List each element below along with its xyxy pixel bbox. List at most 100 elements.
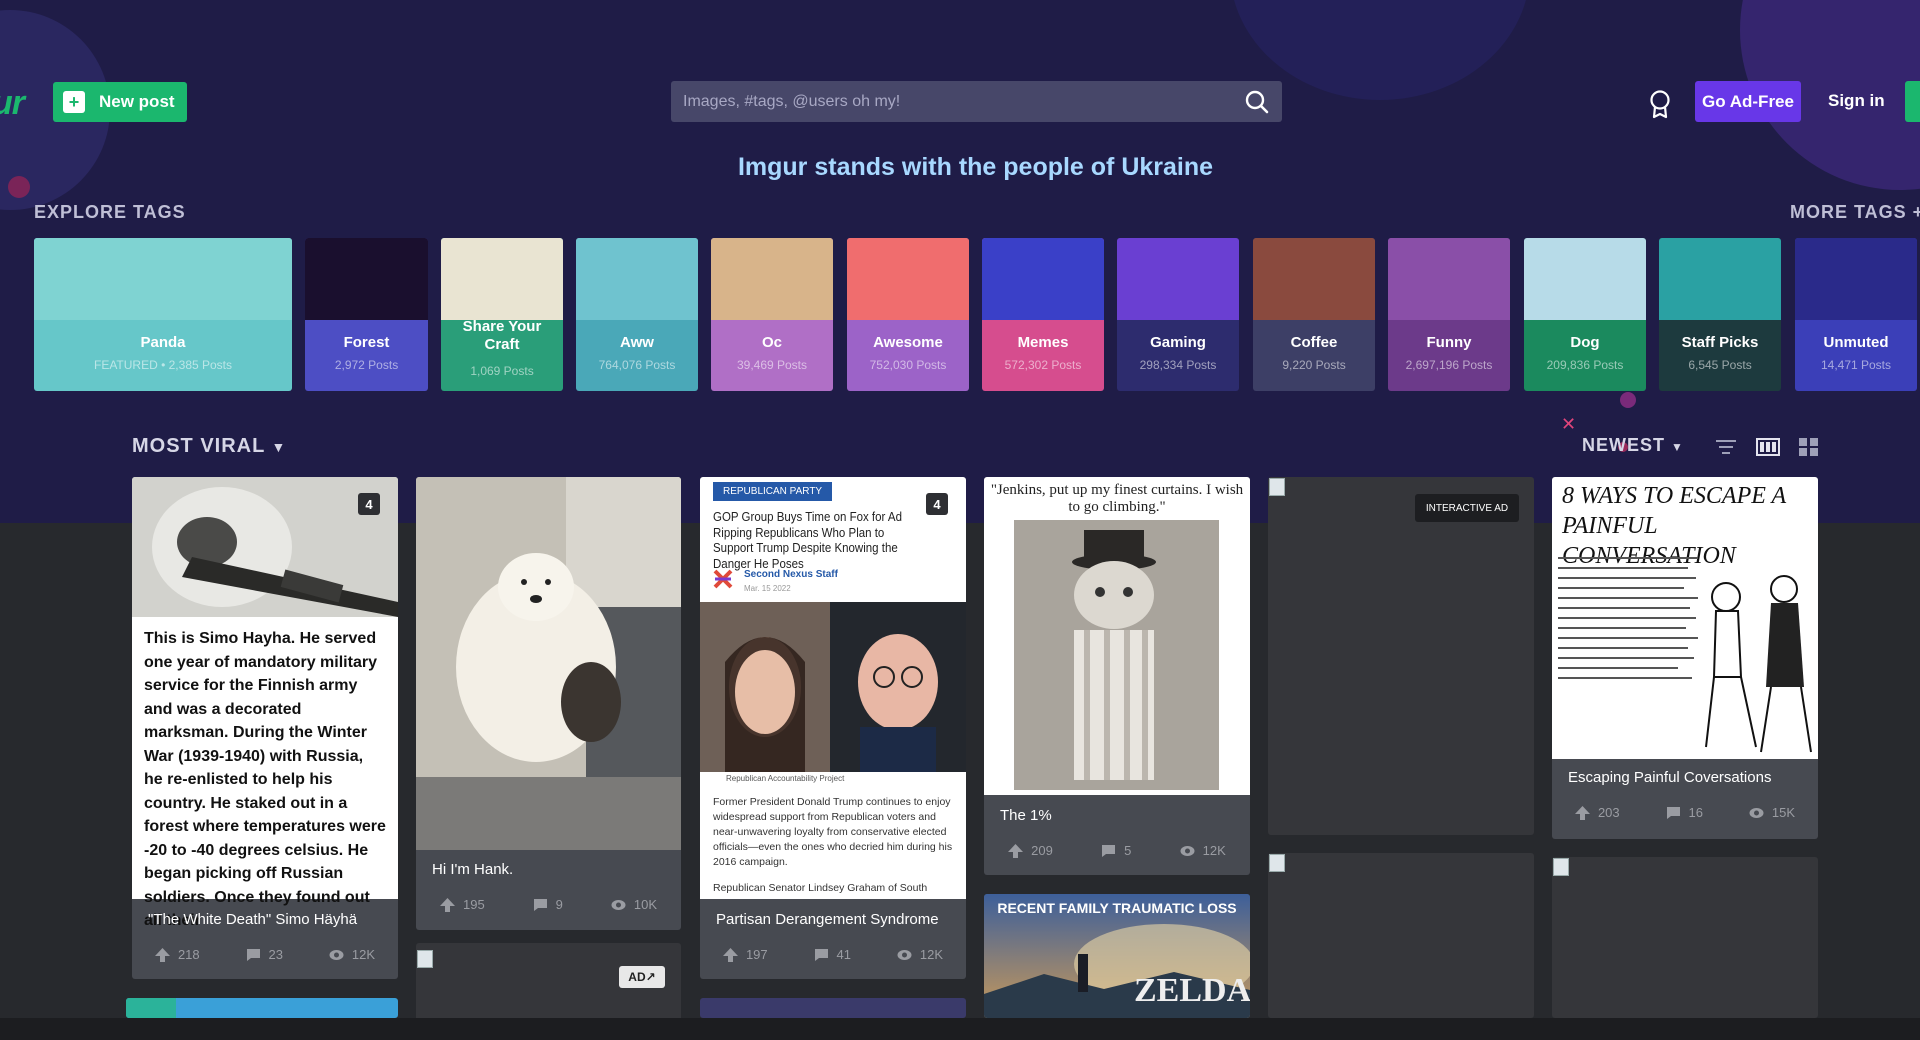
tag-card-oc[interactable]: Oc 39,469 Posts (711, 238, 833, 391)
views-stat: 10K (611, 897, 657, 912)
upvote-stat[interactable]: 218 (154, 947, 200, 962)
sort-dropdown[interactable]: MOST VIRAL ▼ (132, 435, 286, 458)
tag-post-count: 752,030 Posts (869, 358, 947, 372)
upvote-stat[interactable]: 197 (722, 947, 768, 962)
post-card[interactable]: REPUBLICAN PARTY GOP Group Buys Time on … (700, 477, 966, 979)
comment-stat[interactable]: 41 (814, 947, 851, 962)
post-card-partial[interactable] (700, 998, 966, 1018)
upvote-icon (439, 897, 455, 912)
tag-name: Share Your Craft (462, 318, 542, 353)
waterfall-view-icon[interactable] (1756, 436, 1780, 458)
article-date: Mar. 15 2022 (744, 584, 791, 593)
tag-post-count: 2,972 Posts (334, 358, 399, 372)
post-caption-box: This is Simo Hayha. He served one year o… (132, 617, 398, 929)
tag-card-funny[interactable]: Funny 2,697,196 Posts (1388, 238, 1510, 391)
tag-card-coffee[interactable]: Coffee 9,220 Posts (1253, 238, 1375, 391)
tag-card-forest[interactable]: Forest 2,972 Posts (305, 238, 428, 391)
search-bar[interactable] (671, 81, 1282, 122)
image-count-badge: 4 (358, 493, 380, 515)
grid-view-icon[interactable] (1797, 436, 1821, 458)
post-card[interactable] (1268, 853, 1534, 1018)
tag-name: Unmuted (1823, 334, 1889, 351)
search-icon[interactable] (1244, 89, 1270, 115)
comment-icon (533, 898, 547, 911)
tag-name: Memes (1017, 334, 1069, 351)
broken-image-icon (1553, 858, 1569, 876)
tag-art (1795, 238, 1917, 320)
tag-card-unmuted[interactable]: Unmuted 14,471 Posts (1795, 238, 1917, 391)
upvote-count: 195 (462, 897, 485, 912)
close-icon[interactable]: ✕ (1561, 414, 1576, 435)
post-card[interactable]: Hi I'm Hank. 195 9 10K (416, 477, 681, 930)
more-tags-link[interactable]: MORE TAGS + (1790, 202, 1920, 223)
tag-post-count: 9,220 Posts (1282, 358, 1346, 372)
comment-count: 16 (1688, 805, 1703, 820)
tag-card-awesome[interactable]: Awesome 752,030 Posts (847, 238, 969, 391)
post-title[interactable]: Escaping Painful Coversations (1568, 769, 1808, 786)
comment-count: 9 (555, 897, 563, 912)
order-dropdown[interactable]: NEWEST ▼ (1582, 435, 1684, 456)
ad-label[interactable]: AD↗ (619, 966, 665, 988)
comment-stat[interactable]: 5 (1101, 843, 1131, 858)
post-card[interactable] (1552, 857, 1818, 1018)
upvote-count: 203 (1597, 805, 1620, 820)
post-card[interactable]: 4 This is Simo Hayha. He served one year… (132, 477, 398, 979)
post-image: "Jenkins, put up my finest curtains. I w… (984, 477, 1250, 795)
post-card[interactable]: "Jenkins, put up my finest curtains. I w… (984, 477, 1250, 875)
post-thumb-partial (126, 998, 176, 1018)
upvote-stat[interactable]: 209 (1008, 843, 1053, 858)
tag-name: Gaming (1150, 334, 1206, 351)
tag-card-gaming[interactable]: Gaming 298,334 Posts (1117, 238, 1239, 391)
article-headline: GOP Group Buys Time on Fox for Ad Rippin… (713, 510, 902, 571)
comment-stat[interactable]: 23 (246, 947, 283, 962)
tag-art (34, 238, 292, 320)
tag-card-share-your-craft[interactable]: Share Your Craft 1,069 Posts (441, 238, 563, 391)
tag-post-count: 764,076 Posts (598, 358, 676, 372)
post-title[interactable]: Partisan Derangement Syndrome (716, 911, 956, 928)
tag-post-count: FEATURED • 2,385 Posts (93, 358, 233, 372)
article-body-continued: Republican Senator Lindsey Graham of Sou… (713, 882, 928, 894)
article-photo (700, 602, 966, 772)
tag-art (441, 238, 563, 320)
cat-photo (1014, 520, 1219, 790)
interactive-ad-slot[interactable] (1268, 477, 1534, 835)
imgur-logo[interactable]: ur (0, 84, 25, 123)
comment-stat[interactable]: 16 (1666, 805, 1703, 820)
ukraine-banner[interactable]: Imgur stands with the people of Ukraine (0, 153, 1920, 182)
background-dot (1620, 392, 1636, 408)
tag-art (305, 238, 428, 320)
comment-stat[interactable]: 9 (533, 897, 563, 912)
post-title[interactable]: Hi I'm Hank. (432, 861, 671, 878)
tag-card-memes[interactable]: Memes 572,302 Posts (982, 238, 1104, 391)
upvote-stat[interactable]: 203 (1574, 805, 1620, 820)
tag-post-count: 6,545 Posts (1688, 358, 1752, 372)
sign-up-button[interactable] (1905, 81, 1920, 122)
tag-card-staff-picks[interactable]: Staff Picks 6,545 Posts (1659, 238, 1781, 391)
post-image: REPUBLICAN PARTY GOP Group Buys Time on … (700, 477, 966, 899)
go-ad-free-button[interactable]: Go Ad-Free (1695, 81, 1801, 122)
interactive-ad-label[interactable]: INTERACTIVE AD (1415, 494, 1519, 522)
upvote-stat[interactable]: 195 (439, 897, 485, 912)
view-count: 12K (919, 947, 944, 962)
post-caption: This is Simo Hayha. He served one year o… (144, 630, 386, 929)
award-icon[interactable] (1648, 89, 1672, 119)
post-card[interactable]: 8 WAYS TO ESCAPE A PAINFUL CONVERSATION … (1552, 477, 1818, 839)
search-input[interactable] (683, 92, 1244, 111)
tag-card-dog[interactable]: Dog 209,836 Posts (1524, 238, 1646, 391)
new-post-button[interactable]: + New post (53, 82, 187, 122)
tag-card-aww[interactable]: Aww 764,076 Posts (576, 238, 698, 391)
image-count-badge: 4 (926, 493, 948, 515)
sign-in-link[interactable]: Sign in (1828, 91, 1885, 111)
tag-art (1659, 238, 1781, 320)
zelda-logo: ZELDA (1134, 972, 1250, 1009)
tag-name: Forest (343, 334, 390, 351)
post-card[interactable]: RECENT FAMILY TRAUMATIC LOSS ZELDA (984, 894, 1250, 1018)
post-title[interactable]: The 1% (1000, 807, 1240, 824)
filter-icon[interactable] (1714, 436, 1738, 458)
tag-card-panda[interactable]: Panda FEATURED • 2,385 Posts (34, 238, 292, 391)
upvote-icon (1008, 843, 1024, 858)
post-stats: 209 5 12K (984, 843, 1250, 858)
post-title[interactable]: "The White Death" Simo Häyhä (148, 911, 388, 928)
post-card-partial[interactable] (126, 998, 398, 1018)
views-stat: 12K (897, 947, 943, 962)
